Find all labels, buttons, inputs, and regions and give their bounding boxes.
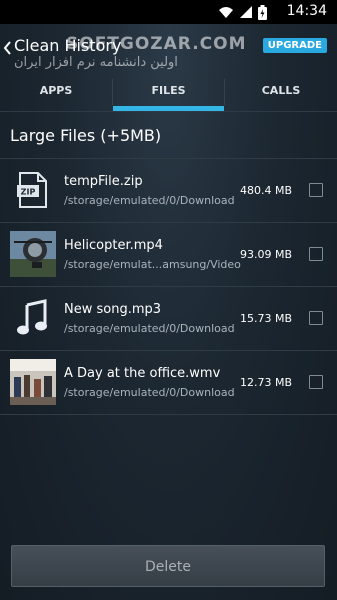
select-checkbox[interactable] (309, 247, 323, 261)
video-thumbnail (10, 359, 56, 405)
list-item[interactable]: A Day at the office.wmv /storage/emulate… (0, 350, 337, 415)
zip-label: ZIP (21, 188, 36, 197)
file-list: ZIP tempFile.zip /storage/emulated/0/Dow… (0, 158, 337, 415)
list-item[interactable]: New song.mp3 /storage/emulated/0/Downloa… (0, 286, 337, 350)
file-path: /storage/emulated/0/Download (64, 322, 235, 335)
music-note-icon (17, 299, 47, 335)
list-item[interactable]: Helicopter.mp4 /storage/emulat...amsung/… (0, 222, 337, 286)
status-bar: 14:34 (0, 0, 337, 24)
status-time: 14:34 (286, 3, 327, 19)
wifi-icon (219, 7, 233, 18)
status-icons (218, 4, 267, 20)
watermark-logo: SOFTGOZAR.COM (66, 34, 247, 54)
file-size: 93.09 MB (239, 248, 292, 261)
video-thumbnail (10, 231, 56, 277)
file-size: 15.73 MB (239, 312, 292, 325)
action-bar: Clean History SOFTGOZAR.COM اولین دانشنا… (0, 24, 337, 73)
file-path: /storage/emulated/0/Download (64, 386, 235, 399)
file-name: A Day at the office.wmv (64, 366, 221, 381)
select-checkbox[interactable] (309, 375, 323, 389)
file-name: tempFile.zip (64, 174, 143, 189)
back-icon[interactable] (0, 36, 14, 60)
file-name: New song.mp3 (64, 302, 162, 317)
file-size: 12.73 MB (239, 376, 292, 389)
upgrade-button[interactable]: UPGRADE (262, 38, 327, 53)
battery-charging-icon (258, 4, 267, 20)
file-size: 480.4 MB (239, 184, 292, 197)
select-checkbox[interactable] (309, 311, 323, 325)
tab-calls[interactable]: CALLS (225, 73, 337, 111)
watermark-subtitle: اولین دانشنامه نرم افزار ایران (14, 55, 178, 70)
active-tab-indicator (113, 106, 224, 111)
delete-button[interactable]: Delete (11, 545, 325, 587)
zip-file-icon: ZIP (17, 172, 47, 208)
tab-apps[interactable]: APPS (0, 73, 112, 111)
select-checkbox[interactable] (309, 183, 323, 197)
section-title: Large Files (+5MB) (10, 126, 162, 145)
signal-icon (240, 6, 252, 18)
list-item[interactable]: ZIP tempFile.zip /storage/emulated/0/Dow… (0, 158, 337, 222)
file-path: /storage/emulat...amsung/Video (64, 258, 241, 271)
file-name: Helicopter.mp4 (64, 238, 163, 253)
file-path: /storage/emulated/0/Download (64, 194, 235, 207)
